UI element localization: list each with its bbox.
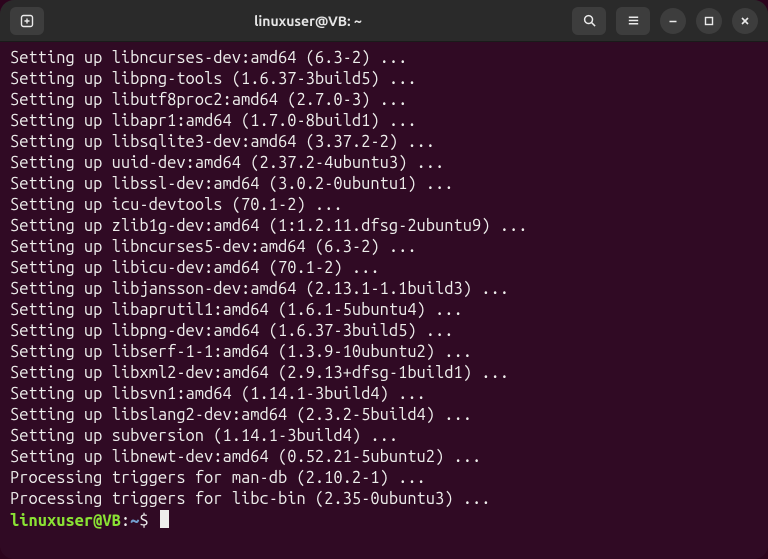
terminal-line: Setting up libslang2-dev:amd64 (2.3.2-5b… [10, 405, 758, 426]
maximize-icon [703, 15, 715, 27]
terminal-line: Setting up libssl-dev:amd64 (3.0.2-0ubun… [10, 174, 758, 195]
terminal-line: Setting up libncurses-dev:amd64 (6.3-2) … [10, 48, 758, 69]
terminal-line: Setting up zlib1g-dev:amd64 (1:1.2.11.df… [10, 216, 758, 237]
terminal-line: Processing triggers for libc-bin (2.35-0… [10, 489, 758, 510]
cursor [160, 510, 169, 528]
terminal-line: Setting up uuid-dev:amd64 (2.37.2-4ubunt… [10, 153, 758, 174]
terminal-line: Setting up libserf-1-1:amd64 (1.3.9-10ub… [10, 342, 758, 363]
terminal-line: Processing triggers for man-db (2.10.2-1… [10, 468, 758, 489]
search-button[interactable] [572, 7, 606, 35]
terminal-line: Setting up libaprutil1:amd64 (1.6.1-5ubu… [10, 300, 758, 321]
titlebar-right [572, 7, 758, 35]
terminal-line: Setting up icu-devtools (70.1-2) ... [10, 195, 758, 216]
new-tab-icon [19, 13, 35, 29]
terminal-line: Setting up subversion (1.14.1-3build4) .… [10, 426, 758, 447]
terminal-window: linuxuser@VB: ~ [0, 0, 768, 559]
search-icon [582, 13, 597, 28]
terminal-line: Setting up libapr1:amd64 (1.7.0-8build1)… [10, 111, 758, 132]
terminal-body[interactable]: Setting up libncurses-dev:amd64 (6.3-2) … [0, 42, 768, 559]
terminal-line: Setting up libncurses5-dev:amd64 (6.3-2)… [10, 237, 758, 258]
prompt-path: ~ [130, 512, 139, 530]
titlebar[interactable]: linuxuser@VB: ~ [0, 0, 768, 42]
terminal-line: Setting up libxml2-dev:amd64 (2.9.13+dfs… [10, 363, 758, 384]
terminal-line: Setting up libsqlite3-dev:amd64 (3.37.2-… [10, 132, 758, 153]
terminal-line: Setting up libpng-tools (1.6.37-3build5)… [10, 69, 758, 90]
menu-button[interactable] [616, 7, 650, 35]
terminal-line: Setting up libicu-dev:amd64 (70.1-2) ... [10, 258, 758, 279]
close-icon [739, 15, 751, 27]
hamburger-icon [626, 13, 641, 28]
titlebar-left [10, 7, 44, 35]
window-title: linuxuser@VB: ~ [52, 13, 564, 29]
terminal-line: Setting up libsvn1:amd64 (1.14.1-3build4… [10, 384, 758, 405]
terminal-line: Setting up libpng-dev:amd64 (1.6.37-3bui… [10, 321, 758, 342]
terminal-prompt[interactable]: linuxuser@VB:~$ [10, 510, 758, 532]
close-button[interactable] [732, 8, 758, 34]
new-tab-button[interactable] [10, 7, 44, 35]
minimize-button[interactable] [660, 8, 686, 34]
prompt-colon: : [121, 512, 130, 530]
terminal-line: Setting up libjansson-dev:amd64 (2.13.1-… [10, 279, 758, 300]
maximize-button[interactable] [696, 8, 722, 34]
prompt-user-host: linuxuser@VB [10, 512, 121, 530]
minimize-icon [667, 15, 679, 27]
terminal-line: Setting up libutf8proc2:amd64 (2.7.0-3) … [10, 90, 758, 111]
prompt-dollar: $ [139, 512, 148, 530]
terminal-line: Setting up libnewt-dev:amd64 (0.52.21-5u… [10, 447, 758, 468]
